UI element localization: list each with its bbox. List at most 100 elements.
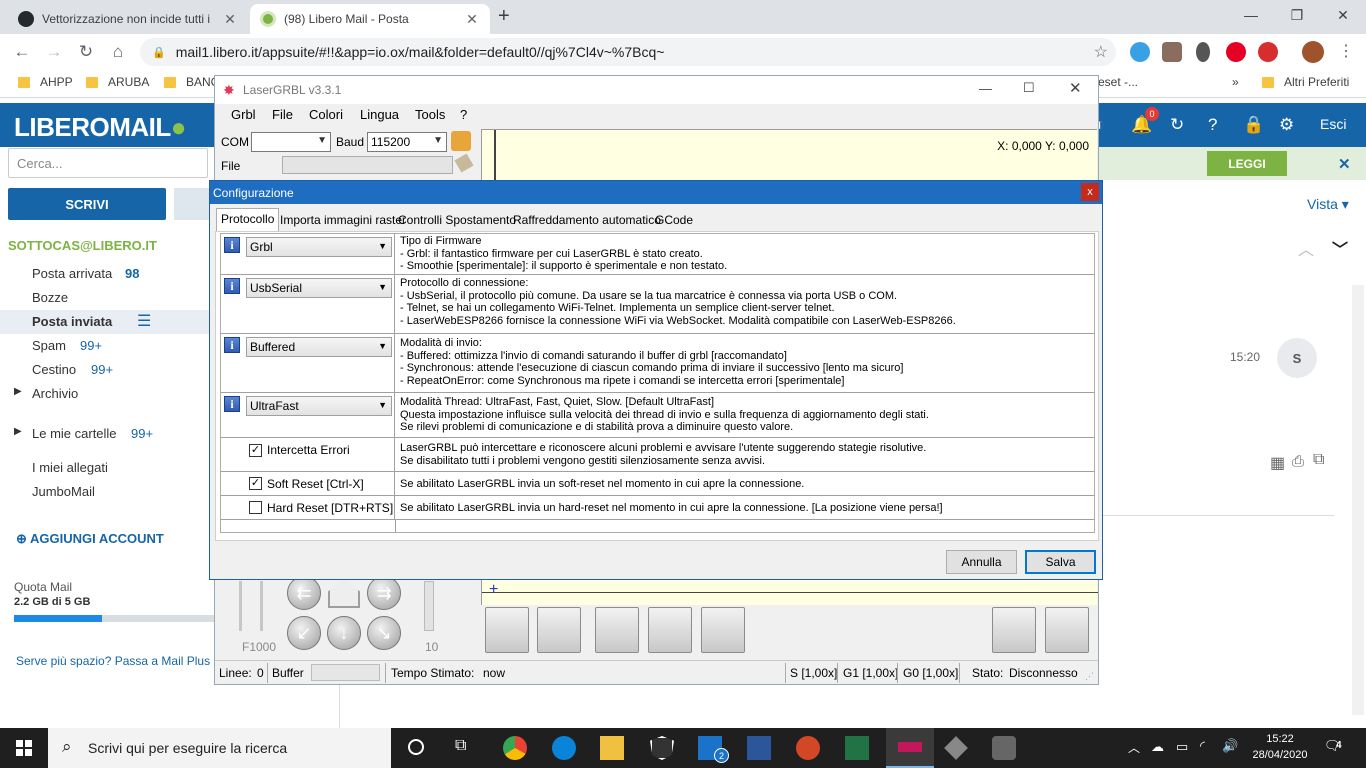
forward-icon[interactable]: →: [42, 40, 66, 64]
address-bar[interactable]: 🔒 mail1.libero.it/appsuite/#!!&app=io.ox…: [140, 38, 1116, 66]
folder-jumbomail[interactable]: JumboMail: [32, 484, 95, 499]
baud-select[interactable]: 115200 ▼: [367, 132, 447, 152]
sender-avatar[interactable]: S: [1277, 338, 1317, 378]
menu-grbl[interactable]: Grbl: [231, 107, 256, 122]
secondary-button[interactable]: [174, 188, 214, 220]
bookmark-eset[interactable]: eset -...: [1098, 75, 1138, 89]
errors-checkbox[interactable]: ✓: [249, 444, 262, 457]
help-icon[interactable]: ?: [1208, 115, 1217, 135]
file-explorer-icon[interactable]: [600, 736, 624, 760]
com-select[interactable]: ▼: [251, 132, 331, 152]
thread-select[interactable]: UltraFast ▼: [246, 396, 392, 416]
folder-my-folders[interactable]: Le mie cartelle: [32, 426, 117, 441]
close-tab-icon[interactable]: ✕: [222, 11, 238, 28]
softreset-label[interactable]: Soft Reset [Ctrl-X]: [267, 477, 364, 491]
hamburger-icon[interactable]: ☰: [137, 311, 151, 331]
protocol-select[interactable]: UsbSerial ▼: [246, 278, 392, 298]
reload-icon[interactable]: ↻: [74, 40, 98, 64]
minimize-icon[interactable]: —: [979, 81, 992, 96]
expand-archive-icon[interactable]: ▶: [14, 386, 22, 397]
speed-slider-track[interactable]: [260, 581, 263, 631]
unlock-icon[interactable]: [537, 607, 581, 653]
clock-date[interactable]: 28/04/2020: [1245, 749, 1315, 761]
walk-icon[interactable]: [992, 607, 1036, 653]
pinterest-icon[interactable]: [1226, 42, 1246, 62]
globe-icon[interactable]: [595, 607, 639, 653]
speed-override[interactable]: S [1,00x]: [790, 666, 837, 680]
home-icon[interactable]: ⌂: [106, 40, 130, 64]
open-external-icon[interactable]: ⧉: [1313, 451, 1324, 469]
laser-fire-icon[interactable]: [485, 607, 529, 653]
read-button[interactable]: LEGGI: [1207, 151, 1287, 176]
more-space-link[interactable]: Serve più spazio? Passa a Mail Plus: [16, 654, 210, 668]
menu-kebab-icon[interactable]: ⋮: [1338, 41, 1354, 61]
eyedropper-extension-icon[interactable]: [1196, 42, 1210, 62]
restore-icon[interactable]: ❐: [1274, 0, 1320, 30]
step-slider[interactable]: [424, 581, 434, 631]
security-shield-icon[interactable]: [650, 736, 674, 760]
refresh-icon[interactable]: ↻: [1170, 115, 1184, 135]
menu-help[interactable]: ?: [460, 107, 467, 122]
compose-button[interactable]: SCRIVI: [8, 188, 166, 220]
red-extension-icon[interactable]: [1258, 42, 1278, 62]
jog-up-left-icon[interactable]: ⇇: [287, 576, 321, 610]
windows-start-icon[interactable]: [16, 740, 32, 756]
clock-time[interactable]: 15:22: [1252, 733, 1308, 745]
lock-icon[interactable]: 🔒: [1243, 115, 1264, 135]
excel-icon[interactable]: [845, 736, 869, 760]
g1-override[interactable]: G1 [1,00x]: [843, 666, 898, 680]
close-window-icon[interactable]: ✕: [1320, 0, 1366, 30]
jog-up-right-icon[interactable]: ⇉: [367, 576, 401, 610]
minimize-icon[interactable]: —: [1228, 0, 1274, 30]
folder-sent[interactable]: Posta inviata: [32, 314, 112, 329]
tab-auto-cooling[interactable]: Raffreddamento automatico: [509, 210, 665, 231]
g0-override[interactable]: G0 [1,00x]: [903, 666, 958, 680]
open-file-icon[interactable]: [454, 153, 474, 173]
speed-slider-track[interactable]: [239, 581, 242, 631]
probe-icon[interactable]: [648, 607, 692, 653]
jog-right-icon[interactable]: ↘: [367, 616, 401, 650]
gear-icon[interactable]: ⚙: [1279, 115, 1294, 135]
tab-protocol[interactable]: Protocollo: [216, 208, 280, 232]
menu-language[interactable]: Lingua: [360, 107, 399, 122]
jog-down-icon[interactable]: ↓: [327, 616, 361, 650]
close-window-icon[interactable]: ✕: [1069, 79, 1082, 97]
browser-tab-github[interactable]: Vettorizzazione non incide tutti i ✕: [8, 4, 248, 34]
libero-logo[interactable]: LIBEROMAIL●: [14, 112, 187, 143]
bookmark-aruba[interactable]: ARUBA: [86, 75, 149, 89]
folder-archive[interactable]: Archivio: [32, 386, 78, 401]
hardreset-checkbox[interactable]: [249, 501, 262, 514]
folder-spam[interactable]: Spam: [32, 338, 66, 353]
volume-icon[interactable]: 🔊: [1222, 738, 1238, 754]
errors-label[interactable]: Intercetta Errori: [267, 443, 350, 457]
page-scrollbar[interactable]: [1352, 285, 1364, 715]
cloud-extension-icon[interactable]: [1130, 42, 1150, 62]
home-icon[interactable]: [328, 578, 360, 608]
file-path-field[interactable]: [282, 156, 453, 174]
folder-attachments[interactable]: I miei allegati: [32, 460, 108, 475]
back-icon[interactable]: ←: [10, 40, 34, 64]
tab-gcode[interactable]: GCode: [651, 210, 697, 231]
logout-link[interactable]: Esci: [1320, 116, 1346, 132]
chevron-up-icon[interactable]: ︿: [1298, 236, 1314, 260]
info-icon[interactable]: i: [224, 278, 240, 294]
info-icon[interactable]: i: [224, 337, 240, 353]
folder-trash[interactable]: Cestino: [32, 362, 76, 377]
profile-avatar[interactable]: [1302, 41, 1324, 63]
bug-extension-icon[interactable]: [1162, 42, 1182, 62]
bookmark-banc[interactable]: BANC: [164, 75, 219, 89]
app-icon[interactable]: [992, 736, 1016, 760]
close-dialog-icon[interactable]: x: [1081, 183, 1099, 201]
preview-area-lower[interactable]: +: [481, 579, 1098, 605]
info-icon[interactable]: i: [224, 396, 240, 412]
tab-motion-controls[interactable]: Controlli Spostamento: [394, 210, 520, 231]
jog-left-icon[interactable]: ↙: [287, 616, 321, 650]
account-name[interactable]: SOTTOCAS@LIBERO.IT: [8, 238, 157, 253]
cortana-icon[interactable]: [408, 739, 424, 755]
save-button[interactable]: Salva: [1025, 550, 1096, 574]
wifi-icon[interactable]: ◜: [1200, 738, 1205, 754]
battery-icon[interactable]: ▭: [1176, 739, 1188, 755]
bookmarks-overflow[interactable]: »: [1232, 75, 1239, 89]
sendmode-select[interactable]: Buffered ▼: [246, 337, 392, 357]
frame-icon[interactable]: [701, 607, 745, 653]
